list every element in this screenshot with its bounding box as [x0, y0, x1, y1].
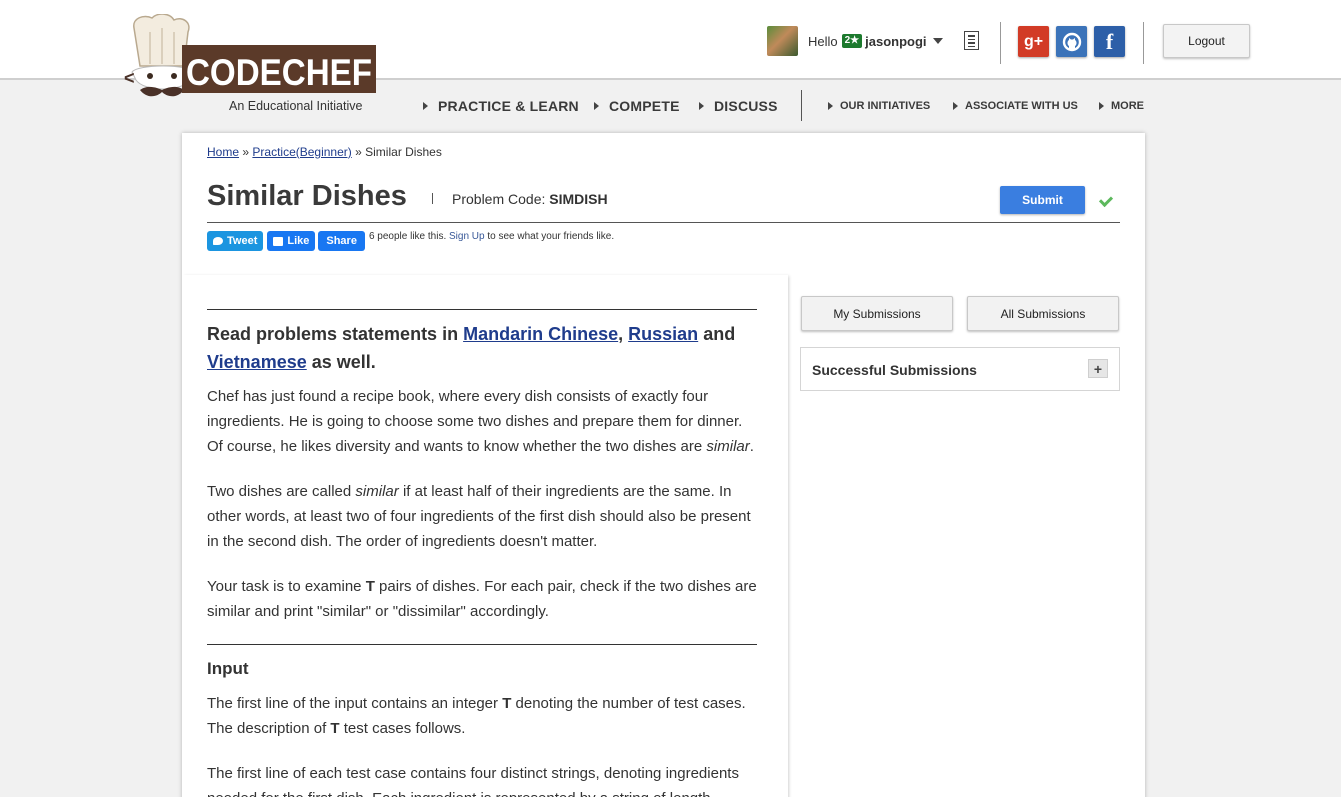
variable-t: T: [330, 720, 340, 737]
fb-like-count-text: 6 people like this. Sign Up to see what …: [369, 230, 619, 244]
header-divider: [1000, 22, 1001, 64]
input-heading: Input: [207, 659, 249, 678]
caret-right-icon: [423, 102, 428, 110]
my-submissions-button[interactable]: My Submissions: [801, 296, 953, 331]
variable-t: T: [502, 695, 512, 712]
paragraph-end: .: [749, 438, 754, 455]
comma: ,: [618, 324, 624, 344]
logo-brand-text: CODECHEF: [186, 52, 372, 93]
like-label: Like: [287, 235, 310, 247]
caret-right-icon: [1099, 102, 1104, 110]
title-divider: [432, 193, 433, 204]
lang-and: and: [703, 324, 736, 344]
twitter-icon: [213, 237, 223, 245]
statement-paragraph-3: Your task is to examine T pairs of dishe…: [207, 574, 759, 624]
lang-suffix: as well.: [311, 352, 376, 372]
all-submissions-button[interactable]: All Submissions: [967, 296, 1119, 331]
caret-right-icon: [953, 102, 958, 110]
top-header: < > CODECHEF An Educational Initiative H…: [0, 0, 1341, 113]
header-divider: [1143, 22, 1144, 64]
paragraph-text: Your task is to examine: [207, 578, 362, 595]
lang-prefix: Read problems statements in: [207, 324, 459, 344]
divider: [207, 309, 757, 310]
paragraph-text: Two dishes are called: [207, 483, 352, 500]
mandarin-link[interactable]: Mandarin Chinese: [463, 324, 618, 344]
nav-practice-learn[interactable]: PRACTICE & LEARN: [423, 98, 579, 114]
breadcrumb-separator: »: [242, 145, 250, 159]
svg-text:<: <: [124, 68, 135, 88]
fb-share-button[interactable]: Share: [318, 231, 365, 251]
facebook-icon[interactable]: f: [1094, 26, 1125, 57]
statement-paragraph-2: Two dishes are called similar if at leas…: [207, 479, 759, 554]
emphasis-text: similar: [355, 483, 399, 500]
problem-code-label: Problem Code:: [452, 191, 546, 207]
paragraph-text: test cases follows.: [343, 720, 466, 737]
nav-label: COMPETE: [609, 98, 680, 114]
input-paragraph-1: The first line of the input contains an …: [207, 691, 759, 741]
successful-submissions-label: Successful Submissions: [812, 362, 977, 378]
codechef-logo[interactable]: < > CODECHEF An Educational Initiative: [122, 14, 382, 114]
page-title: Similar Dishes: [207, 180, 407, 212]
like-count: 6 people like this.: [368, 231, 447, 242]
divider: [207, 644, 757, 645]
problem-card: Home » Practice(Beginner) » Similar Dish…: [182, 133, 1145, 797]
nav-label: PRACTICE & LEARN: [438, 98, 579, 114]
caret-right-icon: [594, 102, 599, 110]
nav-label: ASSOCIATE WITH US: [965, 100, 1078, 112]
signup-suffix: to see what your friends like.: [487, 231, 615, 242]
nav-our-initiatives[interactable]: OUR INITIATIVES: [828, 100, 930, 112]
fb-signup-link[interactable]: Sign Up: [449, 231, 485, 242]
logo-tagline: An Educational Initiative: [229, 99, 362, 113]
problem-statement: Read problems statements in Mandarin Chi…: [182, 275, 788, 797]
tweet-label: Tweet: [227, 235, 258, 247]
problem-code-value: SIMDISH: [549, 191, 608, 207]
breadcrumb-practice-link[interactable]: Practice(Beginner): [252, 145, 351, 159]
paragraph-text: The first line of the input contains an …: [207, 695, 499, 712]
star-rating-badge: 2★: [841, 34, 863, 48]
caret-right-icon: [699, 102, 704, 110]
expand-icon[interactable]: +: [1088, 359, 1108, 378]
notes-icon[interactable]: [964, 31, 979, 50]
nav-label: DISCUSS: [714, 98, 778, 114]
input-paragraph-2: The first line of each test case contain…: [207, 765, 739, 797]
avatar[interactable]: [767, 26, 798, 56]
greeting: Hello: [808, 33, 838, 49]
submit-button[interactable]: Submit: [1000, 186, 1085, 214]
google-plus-icon[interactable]: g+: [1018, 26, 1049, 57]
social-share-row: Tweet Like Share 6 people like this. Sig…: [207, 231, 619, 251]
paragraph-text: Chef has just found a recipe book, where…: [207, 388, 743, 455]
username[interactable]: jasonpogi: [865, 34, 926, 49]
breadcrumb-separator: »: [355, 145, 362, 159]
github-icon[interactable]: [1056, 26, 1087, 57]
nav-label: OUR INITIATIVES: [840, 100, 931, 112]
chevron-down-icon[interactable]: [932, 38, 943, 44]
nav-more[interactable]: MORE: [1099, 100, 1144, 112]
successful-submissions-panel[interactable]: Successful Submissions +: [800, 347, 1120, 391]
breadcrumb-home-link[interactable]: Home: [207, 145, 239, 159]
emphasis-text: similar: [706, 438, 750, 455]
title-rule: [207, 222, 1120, 223]
nav-compete[interactable]: COMPETE: [594, 98, 680, 114]
logout-button[interactable]: Logout: [1163, 24, 1250, 58]
breadcrumb: Home » Practice(Beginner) » Similar Dish…: [207, 145, 442, 159]
check-icon: [1098, 192, 1114, 208]
nav-discuss[interactable]: DISCUSS: [699, 98, 778, 114]
tweet-button[interactable]: Tweet: [207, 231, 264, 251]
nav-label: MORE: [1111, 100, 1144, 112]
breadcrumb-current: Similar Dishes: [365, 145, 442, 159]
thumbs-up-icon: [273, 236, 284, 246]
caret-right-icon: [828, 102, 833, 110]
fb-like-button[interactable]: Like: [267, 231, 316, 251]
nav-associate-with-us[interactable]: ASSOCIATE WITH US: [953, 100, 1078, 112]
variable-t: T: [365, 578, 375, 595]
problem-code: Problem Code: SIMDISH: [452, 191, 608, 207]
vietnamese-link[interactable]: Vietnamese: [207, 352, 307, 372]
user-menu[interactable]: Hello 2★ jasonpogi: [767, 25, 943, 57]
nav-divider: [801, 90, 802, 121]
statement-paragraph-1: Chef has just found a recipe book, where…: [207, 384, 759, 459]
language-links-heading: Read problems statements in Mandarin Chi…: [207, 320, 757, 376]
russian-link[interactable]: Russian: [628, 324, 698, 344]
